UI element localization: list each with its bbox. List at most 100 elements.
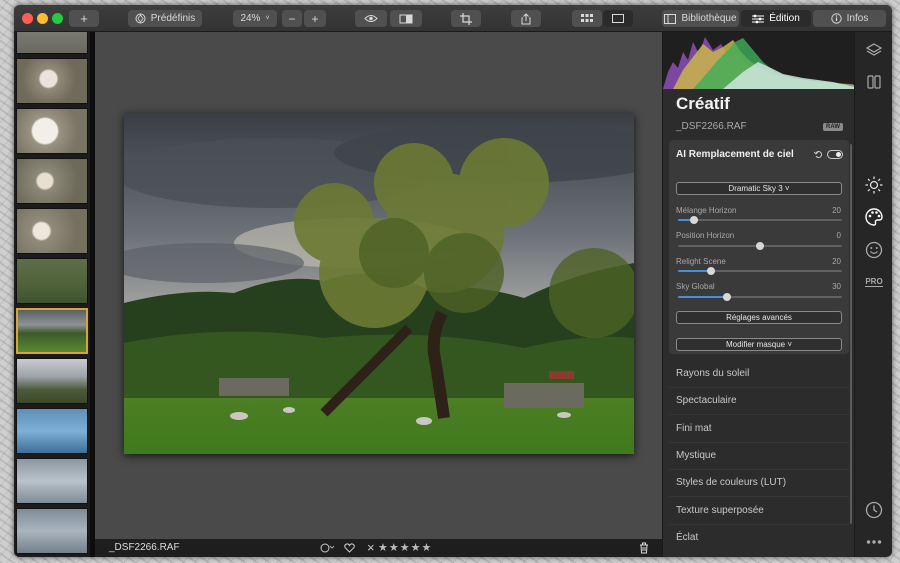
- slider-relight-scene[interactable]: [678, 267, 842, 275]
- sky-replacement-card: AI Remplacement de ciel Dramatic Sky 3 ˅…: [669, 140, 849, 354]
- close-window-button[interactable]: [22, 13, 33, 24]
- library-icon: [664, 13, 677, 24]
- trash-icon[interactable]: [639, 542, 649, 554]
- slider-value-sky-global: 30: [832, 282, 841, 291]
- raw-badge: RAW: [823, 123, 843, 131]
- panel-scrollbar[interactable]: [850, 144, 852, 524]
- creative-panel: Créatif _DSF2266.RAF RAW AI Remplacement…: [662, 32, 855, 557]
- toggle-switch[interactable]: [827, 150, 843, 159]
- smile-icon[interactable]: [864, 240, 884, 260]
- reject-icon[interactable]: ×: [367, 540, 375, 555]
- edited-photo[interactable]: [124, 113, 634, 454]
- grid-view-button[interactable]: [572, 10, 602, 27]
- chevron-down-icon: ˅: [265, 15, 270, 22]
- share-button[interactable]: [511, 10, 541, 27]
- section-mystical[interactable]: Mystique: [676, 450, 716, 461]
- plus-icon: +: [311, 11, 319, 26]
- slider-value-horizon-blend: 20: [832, 206, 841, 215]
- zoom-dropdown[interactable]: 24% ˅: [233, 10, 277, 27]
- color-label-icon[interactable]: [320, 543, 334, 553]
- app-window: + Prédéfinis 24% ˅ − + Bibliothèque Édit…: [14, 5, 892, 557]
- thumbnail-dog-2[interactable]: [16, 58, 88, 104]
- tab-library[interactable]: Bibliothèque: [662, 10, 739, 27]
- add-button[interactable]: +: [69, 10, 99, 27]
- thumbnail-boat-1[interactable]: [16, 408, 88, 454]
- section-texture-overlay[interactable]: Texture superposée: [676, 505, 764, 516]
- sun-icon[interactable]: [864, 175, 884, 195]
- pro-label: PRO: [865, 277, 883, 287]
- thumbnail-boat-3[interactable]: [16, 508, 88, 554]
- single-view-button[interactable]: [603, 10, 633, 27]
- layers-icon[interactable]: [864, 40, 884, 60]
- presets-icon: [135, 13, 146, 24]
- thumbnail-dog-4[interactable]: [16, 158, 88, 204]
- slider-knob[interactable]: [723, 293, 732, 301]
- histogram-graph: [663, 37, 855, 89]
- single-image-icon: [612, 14, 624, 23]
- zoom-in-button[interactable]: +: [304, 10, 326, 27]
- split-view-icon: [399, 14, 413, 23]
- divider: [669, 414, 849, 415]
- pro-icon[interactable]: PRO: [864, 272, 884, 292]
- toggle-knob: [836, 152, 841, 157]
- thumbnail-trees[interactable]: [16, 358, 88, 404]
- section-glow[interactable]: Éclat: [676, 532, 698, 543]
- slider-label-horizon-blend: Mélange Horizon: [676, 206, 737, 215]
- grid-icon: [581, 14, 593, 22]
- advanced-settings-button[interactable]: Réglages avancés: [676, 311, 842, 324]
- section-dramatic[interactable]: Spectaculaire: [676, 395, 737, 406]
- more-icon[interactable]: [864, 532, 884, 552]
- slider-horizon-blend[interactable]: [678, 216, 842, 224]
- slider-horizon-position[interactable]: [678, 242, 842, 250]
- thumbnail-dog-1[interactable]: [16, 32, 88, 54]
- thumbnail-dog-3[interactable]: [16, 108, 88, 154]
- sky-select-dropdown[interactable]: Dramatic Sky 3 ˅: [676, 182, 842, 195]
- tab-edit[interactable]: Édition: [741, 10, 811, 27]
- thumbnail-boat-2[interactable]: [16, 458, 88, 504]
- slider-knob[interactable]: [706, 267, 715, 275]
- compare-icon[interactable]: [864, 72, 884, 92]
- slider-knob[interactable]: [756, 242, 764, 250]
- section-color-styles[interactable]: Styles de couleurs (LUT): [676, 477, 786, 488]
- plus-icon: +: [80, 11, 88, 26]
- slider-sky-global[interactable]: [678, 293, 842, 301]
- thumbnail-dog-5[interactable]: [16, 208, 88, 254]
- preview-toggle-button[interactable]: [355, 10, 387, 27]
- slider-fill: [678, 296, 728, 298]
- sky-select-value: Dramatic Sky 3 ˅: [728, 184, 790, 193]
- slider-knob[interactable]: [690, 216, 699, 224]
- zoom-out-button[interactable]: −: [282, 10, 302, 27]
- edit-mask-button[interactable]: Modifier masque ˅: [676, 338, 842, 351]
- tab-library-label: Bibliothèque: [681, 13, 737, 24]
- reset-icon[interactable]: [814, 150, 823, 159]
- advanced-settings-label: Réglages avancés: [726, 313, 792, 322]
- presets-button[interactable]: Prédéfinis: [128, 10, 202, 27]
- bottom-filename: _DSF2266.RAF: [109, 542, 180, 553]
- thumbnail-selected-landscape[interactable]: [16, 308, 88, 354]
- star-rating[interactable]: ★★★★★: [378, 541, 432, 554]
- heart-icon[interactable]: [344, 543, 355, 553]
- section-matte[interactable]: Fini mat: [676, 423, 712, 434]
- slider-value-horizon-position: 0: [836, 231, 841, 240]
- palette-icon[interactable]: [864, 207, 884, 227]
- thumbnail-field[interactable]: [16, 258, 88, 304]
- tool-icon-column: PRO: [854, 32, 892, 557]
- image-canvas[interactable]: [95, 32, 662, 539]
- info-icon: [830, 13, 842, 24]
- crop-button[interactable]: [451, 10, 481, 27]
- eye-icon: [364, 15, 378, 22]
- toolbar: + Prédéfinis 24% ˅ − + Bibliothèque Édit…: [14, 5, 892, 32]
- section-sun-rays[interactable]: Rayons du soleil: [676, 368, 749, 379]
- zoom-window-button[interactable]: [52, 13, 63, 24]
- presets-label: Prédéfinis: [150, 13, 196, 24]
- landscape-photo: [124, 113, 634, 454]
- edit-mask-label: Modifier masque ˅: [725, 340, 793, 349]
- filmstrip[interactable]: [14, 32, 90, 557]
- tab-info-label: Infos: [846, 13, 869, 24]
- minimize-window-button[interactable]: [37, 13, 48, 24]
- panel-filename: _DSF2266.RAF: [676, 121, 747, 132]
- tab-info[interactable]: Infos: [813, 10, 886, 27]
- clock-icon[interactable]: [864, 500, 884, 520]
- slider-fill: [678, 270, 711, 272]
- split-compare-button[interactable]: [390, 10, 422, 27]
